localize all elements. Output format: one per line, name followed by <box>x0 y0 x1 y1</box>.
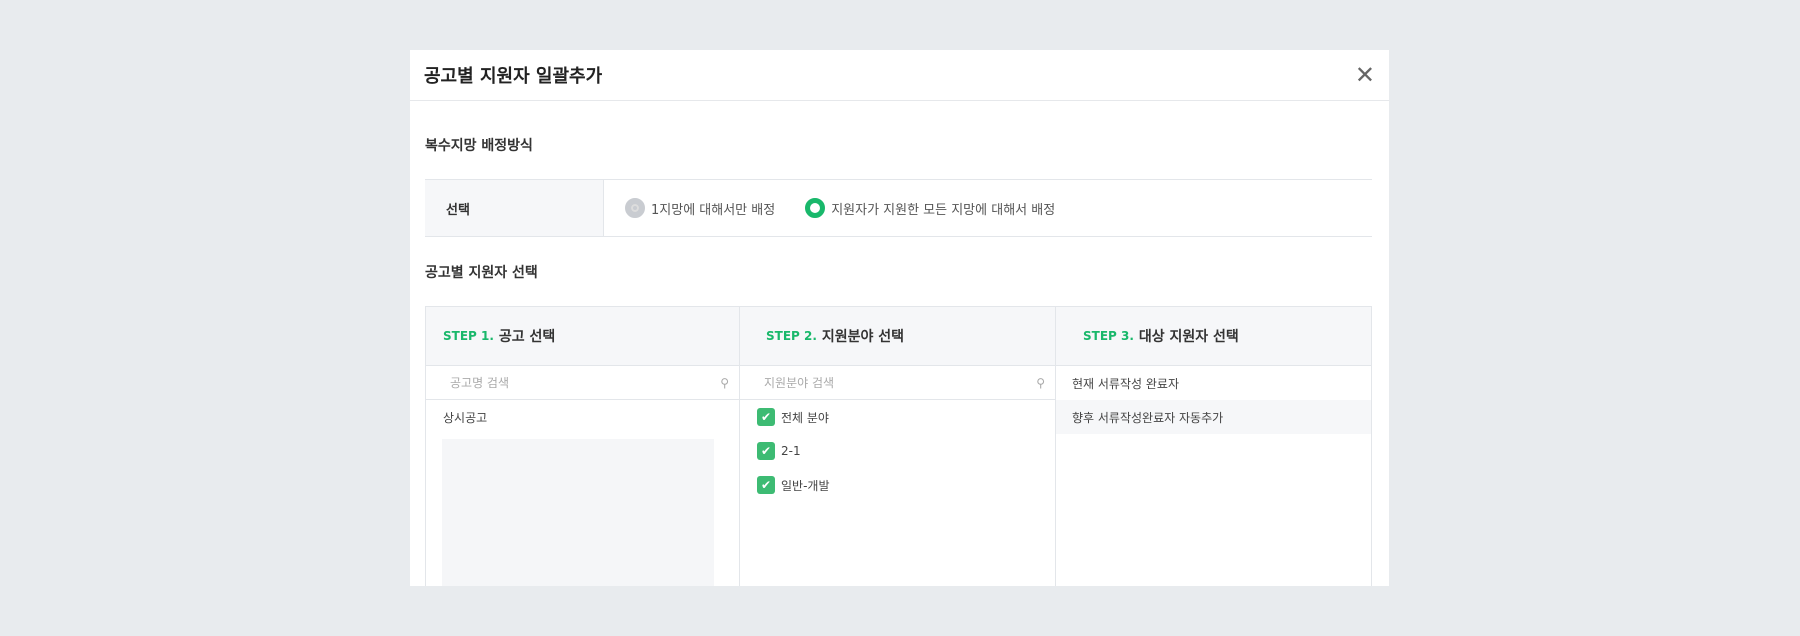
modal-header: 공고별 지원자 일괄추가 ✕ <box>410 50 1389 101</box>
list-item[interactable]: 현재 서류작성 완료자 <box>1056 366 1371 400</box>
option-label: 선택 <box>425 180 604 236</box>
search-icon[interactable]: ⚲ <box>1036 376 1045 390</box>
radio-unchecked-icon <box>625 198 645 218</box>
list-item[interactable]: 상시공고 <box>426 400 739 434</box>
modal-title: 공고별 지원자 일괄추가 <box>424 66 603 87</box>
item-label: 2-1 <box>781 444 801 458</box>
search-placeholder: 지원분야 검색 <box>764 376 835 390</box>
checkbox-checked-icon[interactable]: ✔ <box>757 442 775 460</box>
search-icon[interactable]: ⚲ <box>720 376 729 390</box>
radio-all-choices[interactable]: 지원자가 지원한 모든 지망에 대해서 배정 <box>805 198 1055 218</box>
step-number: STEP 1. <box>443 329 494 343</box>
step-number: STEP 3. <box>1083 329 1134 343</box>
field-search-input[interactable]: 지원분야 검색 ⚲ <box>740 366 1055 400</box>
item-label: 일반-개발 <box>781 478 830 493</box>
radio-label: 지원자가 지원한 모든 지망에 대해서 배정 <box>831 202 1056 218</box>
item-label: 상시공고 <box>443 410 488 425</box>
radio-label: 1지망에 대해서만 배정 <box>651 202 776 218</box>
section-title-select: 공고별 지원자 선택 <box>425 265 538 281</box>
radio-first-choice[interactable]: 1지망에 대해서만 배정 <box>625 198 775 218</box>
step3-column: STEP 3. 대상 지원자 선택 현재 서류작성 완료자 향후 서류작성완료자 … <box>1056 307 1371 586</box>
bulk-add-modal: 공고별 지원자 일괄추가 ✕ 복수지망 배정방식 선택 1지망에 대해서만 배정… <box>410 50 1389 586</box>
checkbox-checked-icon[interactable]: ✔ <box>757 408 775 426</box>
close-icon[interactable]: ✕ <box>1355 63 1375 87</box>
search-placeholder: 공고명 검색 <box>450 376 510 390</box>
step2-column: STEP 2. 지원분야 선택 지원분야 검색 ⚲ ✔ 전체 분야 ✔ 2-1 ✔ 일반-… <box>740 307 1056 586</box>
step-grid: STEP 1. 공고 선택 공고명 검색 ⚲ 상시공고 STEP 2. 지원분야 선택… <box>425 306 1372 586</box>
radio-checked-icon <box>805 198 826 218</box>
checkbox-item[interactable]: ✔ 일반-개발 <box>740 468 1055 502</box>
checkbox-item[interactable]: ✔ 전체 분야 <box>740 400 1055 434</box>
list-item[interactable]: 향후 서류작성완료자 자동추가 <box>1056 400 1371 434</box>
item-label: 전체 분야 <box>781 410 829 425</box>
posting-search-input[interactable]: 공고명 검색 ⚲ <box>426 366 739 400</box>
item-label: 향후 서류작성완료자 자동추가 <box>1072 410 1224 425</box>
item-label: 현재 서류작성 완료자 <box>1072 376 1179 391</box>
step-title: 공고 선택 <box>498 329 556 345</box>
posting-list-area <box>442 439 714 586</box>
checkbox-item[interactable]: ✔ 2-1 <box>740 434 1055 468</box>
step-number: STEP 2. <box>766 329 817 343</box>
step-title: 지원분야 선택 <box>821 329 905 345</box>
assign-option-row: 선택 1지망에 대해서만 배정 지원자가 지원한 모든 지망에 대해서 배정 <box>425 179 1372 237</box>
checkbox-checked-icon[interactable]: ✔ <box>757 476 775 494</box>
step1-column: STEP 1. 공고 선택 공고명 검색 ⚲ 상시공고 <box>426 307 740 586</box>
step-title: 대상 지원자 선택 <box>1138 329 1239 345</box>
section-title-assign: 복수지망 배정방식 <box>425 138 533 154</box>
